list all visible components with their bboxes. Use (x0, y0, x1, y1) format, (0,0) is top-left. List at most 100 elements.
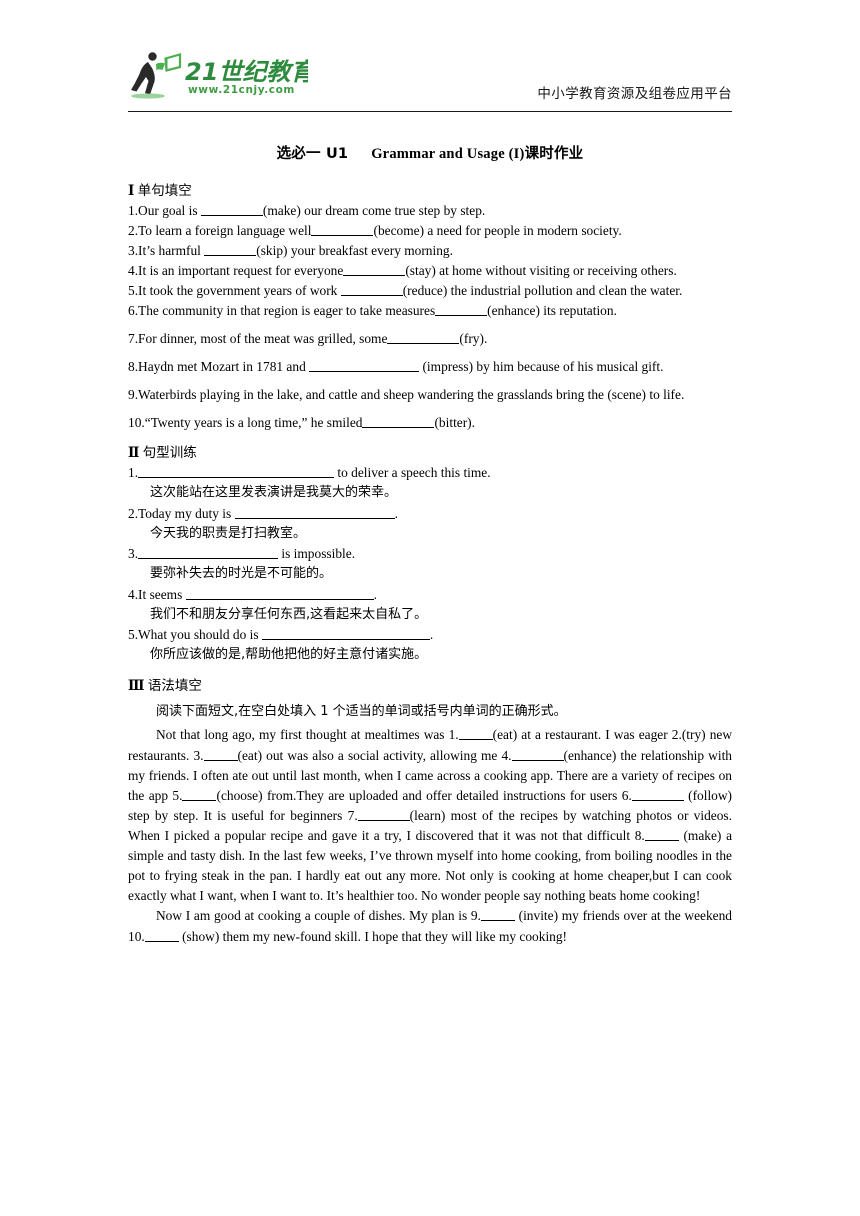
answer-blank[interactable] (644, 827, 679, 842)
answer-blank[interactable] (362, 415, 435, 429)
section-2-number: Ⅱ (128, 445, 140, 461)
section-2-label: 句型训练 (142, 445, 197, 462)
section-1-number: Ⅰ (128, 183, 135, 198)
section-1-question: 4.It is an important request for everyon… (128, 261, 732, 280)
question-number: 6. (128, 303, 139, 319)
answer-blank[interactable] (311, 222, 374, 237)
question-text-after: is impossible. (278, 546, 356, 562)
section-1-question: 7.For dinner, most of the meat was grill… (128, 329, 732, 348)
question-number: 7. (128, 331, 139, 347)
cloze-paragraph-1: Not that long ago, my first thought at m… (128, 725, 732, 906)
logo-wordmark: 21世纪教育 (185, 58, 308, 86)
cloze-text: (show) them my new-found skill. I hope t… (178, 928, 568, 944)
question-text-before: The community in that region is eager to… (138, 303, 436, 319)
question-text-before: To learn a foreign language well (138, 223, 312, 239)
cloze-text: Not that long ago, my first thought at m… (156, 727, 459, 743)
cloze-text: Now I am good at cooking a couple of dis… (156, 908, 481, 924)
question-text-after: (bitter). (434, 415, 475, 431)
answer-blank[interactable] (357, 807, 410, 821)
question-text-after: (become) a need for people in modern soc… (373, 223, 622, 239)
question-number: 3. (128, 243, 139, 259)
page-title-prefix: 选必一 U1 (276, 146, 349, 162)
question-text-after: to deliver a speech this time. (334, 465, 491, 481)
section-1-question: 5.It took the government years of work (… (128, 281, 732, 300)
answer-blank[interactable] (435, 302, 488, 317)
answer-blank[interactable] (182, 787, 217, 801)
cloze-paragraph-2: Now I am good at cooking a couple of dis… (128, 906, 732, 946)
page-title: 选必一 U1 Grammar and Usage (I)课时作业 (128, 142, 732, 163)
answer-blank[interactable] (203, 747, 238, 761)
answer-blank[interactable] (204, 242, 257, 257)
section-1-items: 1.Our goal is (make) our dream come true… (128, 201, 732, 432)
question-text-after: (enhance) its reputation. (487, 303, 617, 319)
answer-blank[interactable] (138, 465, 335, 479)
answer-blank[interactable] (458, 727, 493, 741)
question-text-before: It’s harmful (138, 243, 205, 259)
section-2-question: 4.It seems . (128, 585, 732, 604)
header-tagline: 中小学教育资源及组卷应用平台 (537, 86, 732, 102)
question-number: 10. (128, 415, 145, 431)
question-text-before: For dinner, most of the meat was grilled… (138, 331, 388, 347)
section-1-question: 8.Haydn met Mozart in 1781 and (impress)… (128, 357, 732, 376)
section-2-heading: Ⅱ 句型训练 (128, 441, 732, 461)
answer-blank[interactable] (185, 586, 374, 600)
section-3-instruction: 阅读下面短文,在空白处填入 1 个适当的单词或括号内单词的正确形式。 (156, 703, 567, 719)
question-text-before: It is an important request for everyone (138, 263, 344, 279)
section-1-question: 10.“Twenty years is a long time,” he smi… (128, 413, 732, 432)
question-translation: 你所应该做的是,帮助他把他的好主意付诸实施。 (150, 647, 428, 663)
question-text-after: . (373, 586, 378, 602)
question-text-before: Today my duty is (138, 505, 235, 521)
running-person-with-book-icon: 21世纪教育 www.21cnjy.com (131, 52, 308, 99)
question-text-after: (reduce) the industrial pollution and cl… (402, 283, 683, 299)
question-text-before: Our goal is (138, 203, 201, 218)
cloze-text: (eat) out was also a social activity, al… (237, 747, 512, 763)
header-divider (128, 111, 732, 112)
question-translation: 我们不和朋友分享任何东西,这看起来太自私了。 (150, 606, 428, 622)
page-title-en: Grammar and Usage (I) (371, 146, 525, 162)
question-text-after: . (429, 627, 434, 643)
section-3-heading: Ⅲ 语法填空 (128, 674, 732, 694)
answer-blank[interactable] (340, 282, 403, 297)
document-page: 21世纪教育 www.21cnjy.com 中小学教育资源及组卷应用平台 选必一… (0, 0, 860, 1216)
answer-blank[interactable] (343, 262, 406, 277)
section-1-question: 9.Waterbirds playing in the lake, and ca… (128, 385, 732, 404)
answer-blank[interactable] (309, 359, 420, 373)
question-number: 3. (128, 546, 139, 562)
question-text-before: It took the government years of work (138, 283, 341, 299)
question-translation: 这次能站在这里发表演讲是我莫大的荣幸。 (150, 485, 398, 501)
section-2-question: 2.Today my duty is . (128, 504, 732, 523)
answer-blank[interactable] (480, 908, 515, 922)
answer-blank[interactable] (200, 202, 263, 216)
question-translation: 要弥补失去的时光是不可能的。 (150, 566, 333, 582)
section-1-label: 单句填空 (137, 183, 192, 199)
question-number: 4. (128, 586, 139, 602)
question-text-after: (stay) at home without visiting or recei… (405, 263, 677, 279)
section-3-number: Ⅲ (128, 677, 145, 693)
page-title-suffix: 课时作业 (524, 146, 584, 162)
question-number: 2. (128, 505, 139, 521)
document-body: 选必一 U1 Grammar and Usage (I)课时作业 Ⅰ 单句填空 … (128, 142, 732, 947)
answer-blank[interactable] (631, 787, 684, 801)
question-text-before: Haydn met Mozart in 1781 and (138, 359, 310, 375)
logo-url: www.21cnjy.com (188, 84, 295, 96)
question-number: 4. (128, 263, 139, 279)
answer-blank[interactable] (261, 627, 430, 641)
question-number: 8. (128, 359, 139, 375)
section-2-question: 3. is impossible. (128, 544, 732, 563)
question-number: 2. (128, 223, 139, 239)
question-number: 1. (128, 465, 139, 481)
question-number: 9. (128, 387, 139, 403)
question-text-before: “Twenty years is a long time,” he smiled (144, 415, 363, 431)
question-text-after: (make) our dream come true step by step. (262, 203, 486, 218)
answer-blank[interactable] (511, 747, 564, 761)
answer-blank[interactable] (138, 546, 279, 560)
answer-blank[interactable] (234, 505, 395, 519)
section-2-items: 1. to deliver a speech this time. 这次能站在这里… (128, 463, 732, 665)
site-logo[interactable]: 21世纪教育 www.21cnjy.com (128, 50, 308, 100)
answer-blank[interactable] (144, 928, 179, 942)
question-text-before: It seems (138, 586, 186, 602)
question-text-after: (fry). (459, 331, 488, 347)
section-1-question: 6.The community in that region is eager … (128, 301, 732, 320)
section-2-question: 5.What you should do is . (128, 625, 732, 644)
answer-blank[interactable] (387, 330, 460, 345)
